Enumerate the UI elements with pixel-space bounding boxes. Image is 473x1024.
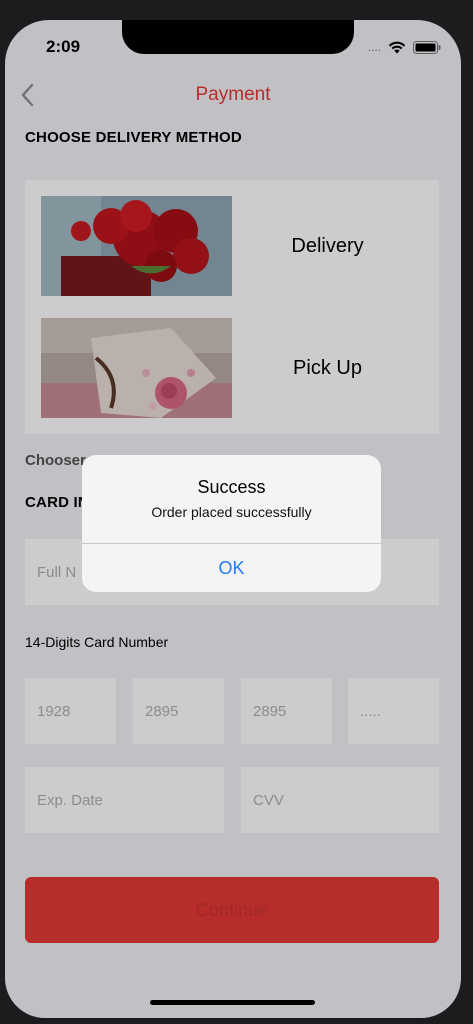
home-indicator bbox=[150, 1000, 315, 1005]
alert-message: Order placed successfully bbox=[151, 504, 312, 520]
alert-title: Success bbox=[197, 477, 266, 497]
alert-ok-button[interactable]: OK bbox=[82, 544, 381, 592]
phone-frame: 2:09 .... Payment CHOOSE DELIVERY METHOD bbox=[0, 0, 473, 1024]
app-screen: 2:09 .... Payment CHOOSE DELIVERY METHOD bbox=[5, 20, 461, 1018]
success-alert: Success Order placed successfully OK bbox=[82, 455, 381, 592]
